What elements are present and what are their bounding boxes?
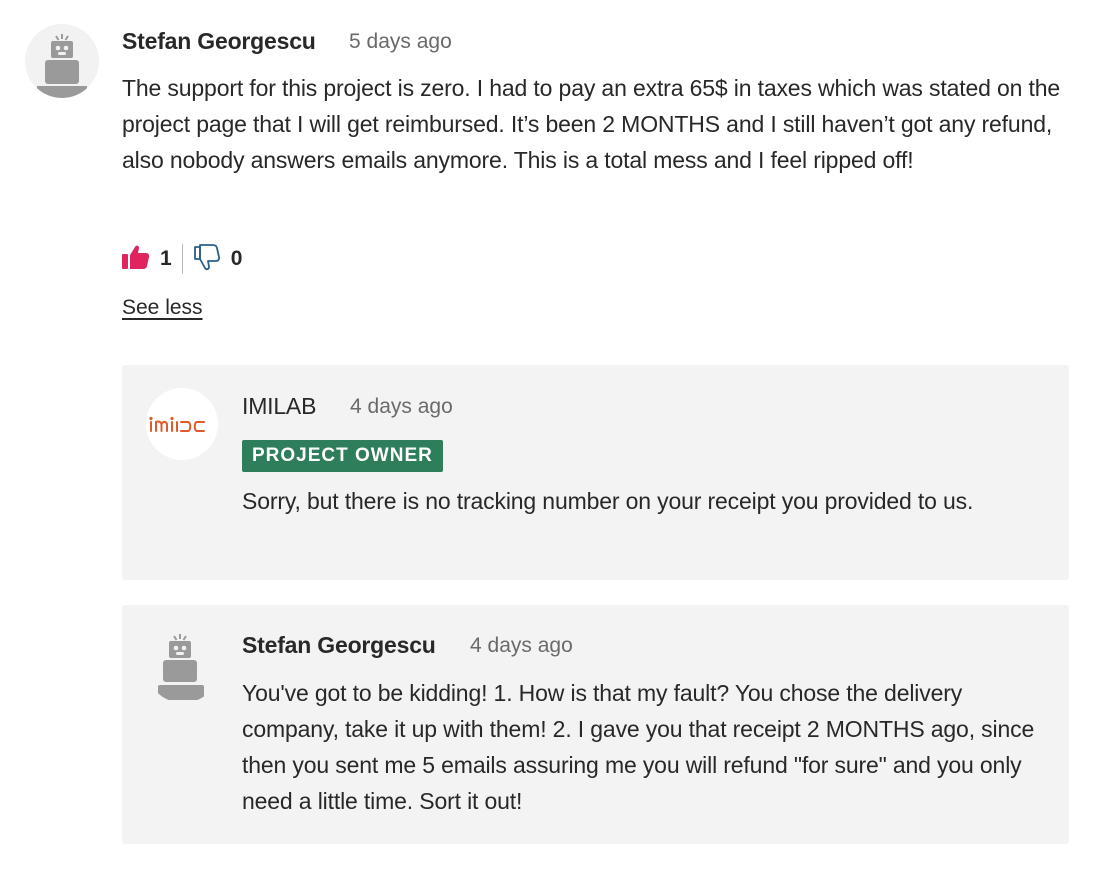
dislike-button[interactable]: 0 [193, 243, 243, 276]
comment-author[interactable]: Stefan Georgescu [122, 28, 316, 55]
like-button[interactable]: 1 [122, 244, 172, 275]
vote-bar: 1 0 [122, 242, 242, 276]
reply-author[interactable]: Stefan Georgescu [242, 632, 436, 659]
reply-author[interactable]: IMILAB [242, 393, 316, 420]
dislike-count: 0 [230, 247, 243, 270]
comment-text: The support for this project is zero. I … [122, 75, 1061, 173]
robot-avatar-icon[interactable] [146, 629, 220, 703]
project-owner-badge: PROJECT OWNER [242, 440, 443, 472]
imilab-logo-icon[interactable] [146, 388, 218, 460]
vote-divider [181, 244, 183, 274]
robot-avatar-icon[interactable] [25, 24, 99, 98]
reply-timestamp: 4 days ago [350, 395, 453, 418]
reply-text: Sorry, but there is no tracking number o… [242, 488, 974, 514]
thumbs-down-icon [193, 243, 221, 276]
like-count: 1 [160, 247, 172, 270]
comment-timestamp: 5 days ago [349, 30, 452, 53]
reply-text: You've got to be kidding! 1. How is that… [242, 680, 1035, 814]
thumbs-up-icon [122, 244, 150, 275]
see-less-link[interactable]: See less [122, 296, 203, 320]
reply-timestamp: 4 days ago [470, 634, 573, 657]
